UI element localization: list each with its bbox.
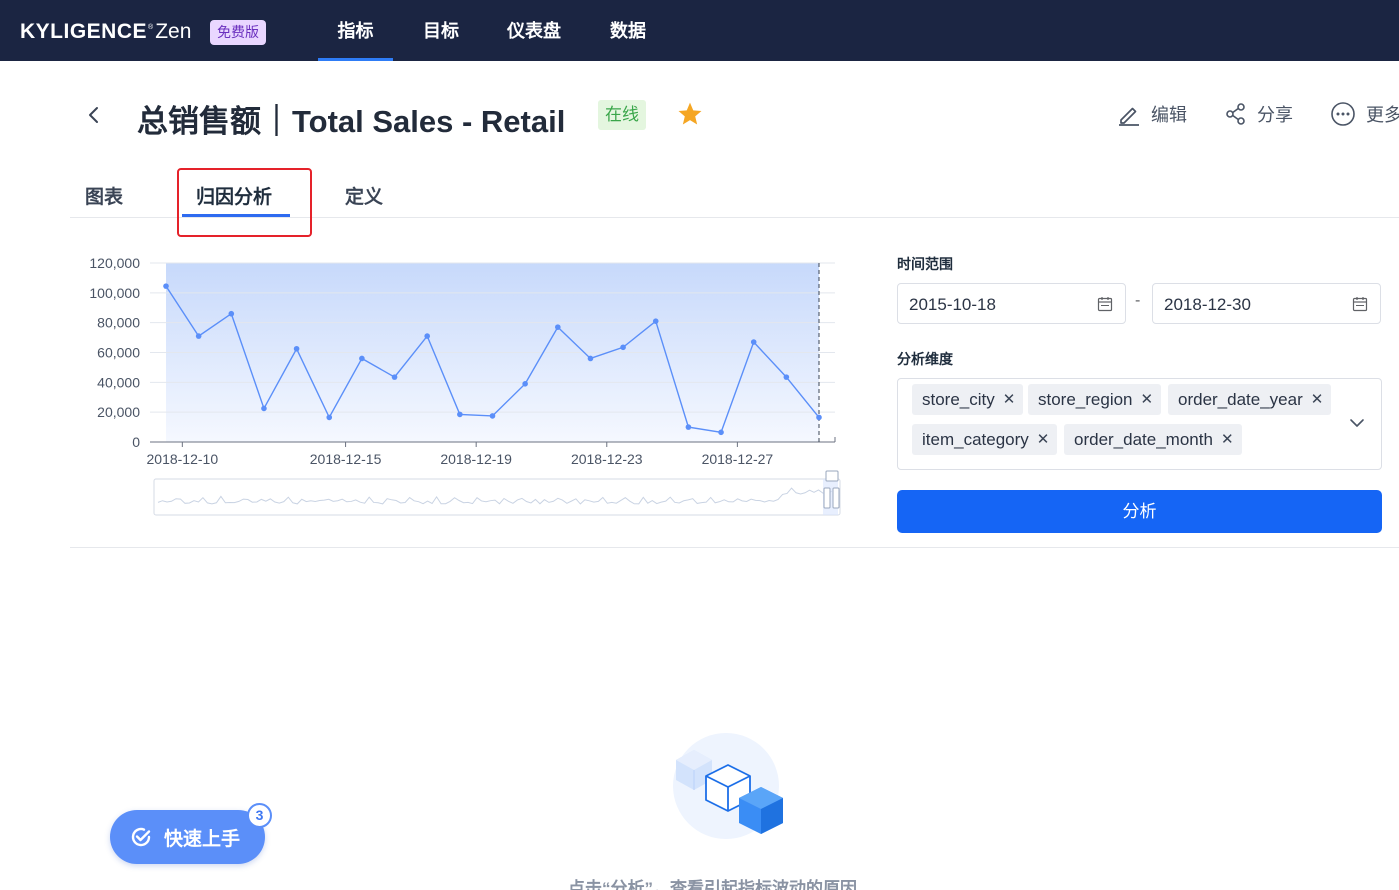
data-point xyxy=(326,414,333,421)
chip-label: order_date_month xyxy=(1074,430,1213,449)
page-title: 总销售额｜Total Sales - Retail xyxy=(137,104,566,139)
data-point xyxy=(261,405,267,412)
y-tick-label: 60,000 xyxy=(97,345,140,361)
x-tick-label: 2018-12-23 xyxy=(571,451,643,467)
quick-start-count-badge: 3 xyxy=(247,803,272,828)
zoom-handle-grip xyxy=(825,470,839,482)
more-icon xyxy=(1331,102,1355,126)
dimension-chip: order_date_month ✕ xyxy=(1064,424,1242,455)
close-icon[interactable]: ✕ xyxy=(1141,384,1154,415)
data-point xyxy=(620,344,626,351)
more-label: 更多 xyxy=(1366,105,1399,125)
y-tick-label: 40,000 xyxy=(97,374,140,390)
data-point xyxy=(652,318,659,324)
data-point xyxy=(195,333,202,339)
quick-start-button[interactable]: 快速上手 xyxy=(110,810,265,864)
close-icon[interactable]: ✕ xyxy=(1003,384,1016,415)
section-divider xyxy=(70,547,1399,548)
end-date-value: 2018-12-30 xyxy=(1164,295,1251,314)
close-icon[interactable]: ✕ xyxy=(1311,384,1324,415)
chip-label: store_city xyxy=(922,390,995,409)
data-point xyxy=(489,413,496,419)
chip-label: store_region xyxy=(1038,390,1133,409)
tab-definition[interactable]: 定义 xyxy=(345,182,383,209)
share-label: 分享 xyxy=(1257,105,1293,125)
x-tick-label: 2018-12-15 xyxy=(310,451,382,467)
data-point xyxy=(783,374,790,380)
data-point xyxy=(457,411,463,418)
brand-name: KYLIGENCE xyxy=(20,20,148,43)
brand-logo[interactable]: KYLIGENCE ® Zen xyxy=(20,20,191,44)
data-point xyxy=(391,374,398,380)
y-tick-label: 100,000 xyxy=(89,285,140,301)
dimension-chip: store_region ✕ xyxy=(1028,384,1162,415)
close-icon[interactable]: ✕ xyxy=(1037,424,1050,455)
share-icon xyxy=(1226,103,1245,125)
check-circle-icon xyxy=(131,827,151,847)
star-icon[interactable] xyxy=(677,101,703,127)
empty-state-hint: 点击“分析”，查看引起指标波动的原因 xyxy=(568,879,857,890)
x-tick-label: 2018-12-27 xyxy=(702,451,774,467)
chip-label: item_category xyxy=(922,430,1029,449)
data-point xyxy=(718,429,724,436)
nav-metrics[interactable]: 指标 xyxy=(318,0,393,61)
dimension-label: 分析维度 xyxy=(897,351,953,367)
tab-chart[interactable]: 图表 xyxy=(85,182,123,209)
chevron-down-icon[interactable] xyxy=(1349,417,1365,429)
calendar-icon xyxy=(1352,297,1368,312)
data-point xyxy=(587,355,594,362)
nav-dashboard[interactable]: 仪表盘 xyxy=(497,0,571,61)
data-point xyxy=(522,381,528,387)
chip-label: order_date_year xyxy=(1178,390,1303,409)
x-tick-label: 2018-12-19 xyxy=(440,451,512,467)
pencil-icon xyxy=(1119,107,1139,126)
end-date-picker[interactable]: 2018-12-30 xyxy=(1152,283,1381,324)
data-point xyxy=(685,424,692,430)
brand-suffix: Zen xyxy=(155,20,192,43)
data-point xyxy=(816,414,822,421)
analyze-button[interactable]: 分析 xyxy=(897,490,1382,533)
data-point xyxy=(228,310,235,317)
nav-goals[interactable]: 目标 xyxy=(411,0,471,61)
data-point xyxy=(293,345,300,352)
edit-button[interactable]: 编辑 xyxy=(1117,101,1187,127)
data-point xyxy=(555,324,561,330)
status-badge: 在线 xyxy=(598,100,646,130)
nav-data[interactable]: 数据 xyxy=(599,0,657,61)
y-tick-label: 80,000 xyxy=(97,315,140,331)
more-button[interactable]: 更多 xyxy=(1330,101,1399,127)
start-date-value: 2015-10-18 xyxy=(909,295,996,314)
dimension-chip: store_city ✕ xyxy=(912,384,1024,415)
brand-registered-mark: ® xyxy=(148,23,154,31)
y-tick-label: 20,000 xyxy=(97,404,140,420)
calendar-icon xyxy=(1097,297,1113,312)
x-tick-label: 2018-12-10 xyxy=(147,451,219,467)
data-point xyxy=(750,339,757,345)
quick-start-label: 快速上手 xyxy=(164,828,241,850)
back-button[interactable] xyxy=(84,102,106,128)
trend-chart[interactable]: 120,000100,00080,00060,00040,00020,00002… xyxy=(70,248,850,528)
time-range-label: 时间范围 xyxy=(897,256,953,272)
dimension-chip: order_date_year ✕ xyxy=(1168,384,1332,415)
y-tick-label: 0 xyxy=(132,434,140,450)
data-point xyxy=(359,355,365,362)
y-tick-label: 120,000 xyxy=(89,255,140,271)
top-navbar: KYLIGENCE ® Zen 免费版 指标 目标 仪表盘 数据 xyxy=(0,0,1399,61)
annotation-highlight-box xyxy=(177,168,312,237)
zoom-slider-track xyxy=(153,478,841,516)
edit-label: 编辑 xyxy=(1151,105,1187,125)
zoom-handle-right xyxy=(832,487,840,509)
dimension-chip: item_category ✕ xyxy=(912,424,1058,455)
start-date-picker[interactable]: 2015-10-18 xyxy=(897,283,1126,324)
close-icon[interactable]: ✕ xyxy=(1221,424,1234,455)
data-point xyxy=(424,333,431,339)
data-point xyxy=(163,283,169,289)
chevron-left-icon xyxy=(89,107,98,123)
date-separator: - xyxy=(1135,292,1141,309)
cubes-illustration xyxy=(673,733,783,839)
zoom-handle-left xyxy=(823,487,831,509)
edition-badge: 免费版 xyxy=(210,20,266,45)
share-button[interactable]: 分享 xyxy=(1225,101,1293,127)
